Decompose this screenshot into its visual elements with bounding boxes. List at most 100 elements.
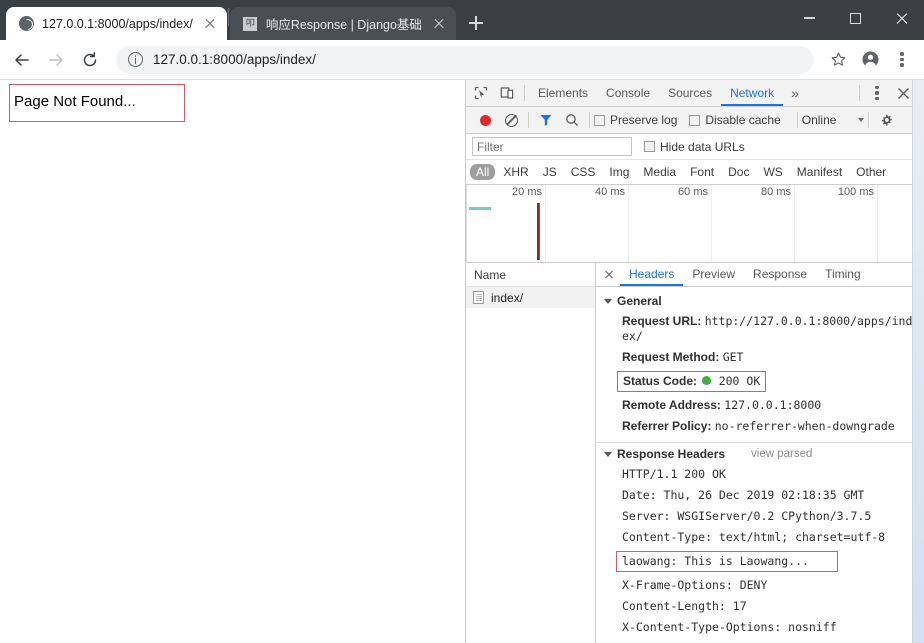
device-toolbar-icon[interactable] (494, 81, 520, 106)
general-row-remote-address: Remote Address: 127.0.0.1:8000 (596, 395, 924, 416)
triangle-down-icon (604, 298, 612, 304)
three-dot-menu-icon[interactable] (888, 46, 916, 74)
detail-tab-timing[interactable]: Timing (816, 263, 870, 286)
filter-icon[interactable] (533, 108, 559, 133)
network-toolbar: Preserve log Disable cache Online (466, 107, 924, 134)
tab-elements[interactable]: Elements (529, 80, 597, 106)
request-row-index[interactable]: index/ (466, 287, 595, 308)
type-filter-all[interactable]: All (470, 164, 496, 180)
type-filter-media[interactable]: Media (637, 164, 682, 180)
network-overview-timeline[interactable]: 20 ms 40 ms 60 ms 80 ms 100 ms (466, 185, 924, 263)
maximize-button[interactable] (832, 0, 878, 36)
timeline-tick-60ms: 60 ms (678, 186, 708, 198)
network-toolbar-divider (528, 112, 529, 128)
browser-tab-1-close-icon[interactable] (201, 15, 219, 33)
tab-network[interactable]: Network (721, 80, 784, 106)
throttling-value: Online (801, 113, 837, 127)
detail-close-icon[interactable] (600, 266, 618, 284)
timeline-tick-80ms: 80 ms (761, 186, 791, 198)
response-headers-section-header[interactable]: Response Headers view parsed (596, 447, 924, 461)
type-filter-css[interactable]: CSS (565, 164, 602, 180)
response-header-content-length: Content-Length: 17 (622, 599, 747, 613)
custom-header-annotation: laowang: This is Laowang... (616, 551, 838, 572)
page-body-annotation: Page Not Found... (9, 84, 185, 122)
type-filter-other[interactable]: Other (850, 164, 892, 180)
response-header-x-content-type-options: X-Content-Type-Options: nosniff (622, 620, 837, 634)
view-parsed-link[interactable]: view parsed (751, 448, 812, 460)
browser-tab-1-title: 127.0.0.1:8000/apps/index/ (42, 16, 193, 31)
browser-tab-2[interactable]: 叩 响应Response | Django基础 (229, 7, 456, 40)
general-row-status-code: Status Code: 200 OK (596, 368, 924, 395)
window-controls (786, 0, 924, 36)
back-arrow-icon[interactable] (8, 46, 36, 74)
network-main: Name index/ Headers Preview Response Tim… (466, 263, 924, 643)
clear-button[interactable] (498, 108, 524, 133)
dom-content-loaded-line (538, 203, 540, 260)
response-headers-title: Response Headers (617, 447, 726, 461)
info-circle-icon[interactable] (128, 52, 143, 67)
network-filter-bar: Hide data URLs (466, 134, 924, 160)
general-section-header[interactable]: General (596, 294, 924, 308)
general-key-status-code: Status Code: (623, 374, 698, 388)
general-section-title: General (617, 294, 662, 308)
star-icon[interactable] (824, 46, 852, 74)
forward-arrow-icon (42, 46, 70, 74)
type-filter-font[interactable]: Font (684, 164, 720, 180)
general-value-request-method: GET (722, 350, 744, 364)
type-filter-manifest[interactable]: Manifest (791, 164, 848, 180)
browser-window: 127.0.0.1:8000/apps/index/ 叩 响应Response … (0, 0, 924, 643)
browser-tab-1[interactable]: 127.0.0.1:8000/apps/index/ (6, 7, 227, 40)
filter-input[interactable] (472, 137, 632, 156)
close-button[interactable] (878, 0, 924, 36)
new-tab-button[interactable] (462, 9, 490, 37)
settings-gear-icon[interactable] (873, 108, 899, 133)
browser-tab-2-close-icon[interactable] (430, 15, 448, 33)
disable-cache-label: Disable cache (705, 113, 781, 127)
preserve-log-checkbox[interactable]: Preserve log (594, 113, 677, 127)
page-body-text: Page Not Found... (14, 93, 136, 110)
tab-sources[interactable]: Sources (659, 80, 721, 106)
tab-console[interactable]: Console (597, 80, 659, 106)
detail-tab-headers[interactable]: Headers (620, 263, 684, 286)
type-filter-doc[interactable]: Doc (722, 164, 755, 180)
response-header-http-status: HTTP/1.1 200 OK (622, 467, 726, 481)
throttling-dropdown[interactable]: Online (802, 113, 865, 127)
response-header-date: Date: Thu, 26 Dec 2019 02:18:35 GMT (622, 488, 865, 502)
general-key-request-method: Request Method: (622, 350, 720, 364)
request-list-header[interactable]: Name (466, 263, 595, 287)
hide-data-urls-label: Hide data URLs (660, 139, 745, 154)
general-value-status-code: 200 OK (718, 374, 761, 388)
hide-data-urls-box (644, 141, 655, 152)
record-button[interactable] (472, 108, 498, 133)
minimize-button[interactable] (786, 0, 832, 36)
more-tabs-icon[interactable]: » (783, 85, 807, 101)
address-bar[interactable]: 127.0.0.1:8000/apps/index/ (116, 45, 814, 74)
type-filter-ws[interactable]: WS (757, 164, 788, 180)
tab-divider (227, 7, 229, 26)
request-list: Name index/ (466, 263, 596, 643)
type-filter-js[interactable]: JS (537, 164, 563, 180)
detail-tab-preview[interactable]: Preview (683, 263, 744, 286)
profile-avatar-icon[interactable] (856, 46, 884, 74)
search-icon[interactable] (559, 108, 585, 133)
response-header-laowang-wrapper: laowang: This is Laowang... (596, 548, 924, 575)
general-row-request-method: Request Method: GET (596, 347, 924, 368)
devtools-panel: Elements Console Sources Network » Prese… (466, 80, 924, 643)
page-scrollbar[interactable] (912, 80, 924, 643)
detail-tab-response[interactable]: Response (744, 263, 816, 286)
page-viewport: Page Not Found... (0, 80, 466, 643)
disable-cache-checkbox[interactable]: Disable cache (689, 113, 781, 127)
general-value-referrer-policy: no-referrer-when-downgrade (714, 419, 895, 433)
hide-data-urls-checkbox[interactable]: Hide data URLs (644, 140, 745, 154)
toolbar-divider-2 (859, 85, 860, 101)
reload-icon[interactable] (76, 46, 104, 74)
general-key-request-url: Request URL: (622, 314, 702, 328)
devtools-tab-bar: Elements Console Sources Network » (466, 80, 924, 107)
type-filter-xhr[interactable]: XHR (497, 164, 534, 180)
devtools-menu-icon[interactable] (864, 81, 890, 106)
resource-type-filters: All XHR JS CSS Img Media Font Doc WS Man… (466, 160, 924, 185)
type-filter-img[interactable]: Img (603, 164, 635, 180)
column-header-name: Name (474, 267, 507, 282)
inspect-element-icon[interactable] (468, 81, 494, 106)
timeline-tick-40ms: 40 ms (595, 186, 625, 198)
